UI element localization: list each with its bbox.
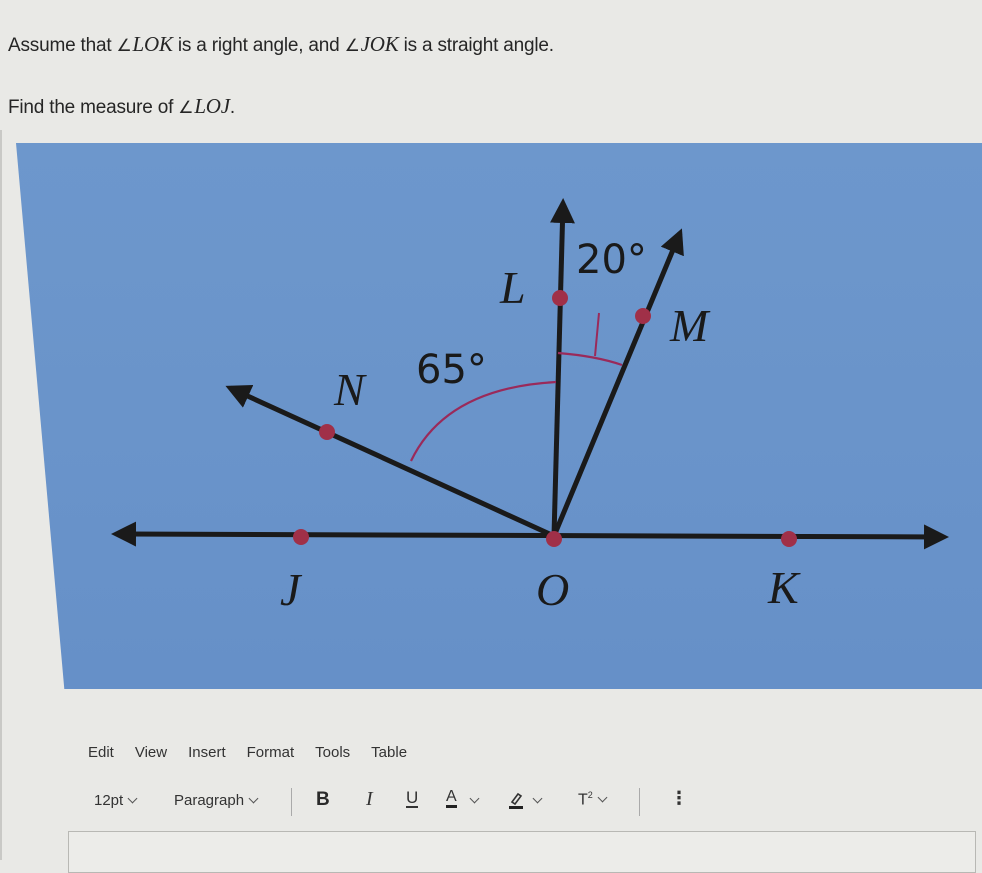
angle-symbol: ∠	[344, 36, 360, 56]
menu-insert[interactable]: Insert	[188, 744, 226, 761]
angle-name: JOK	[360, 32, 399, 56]
underline-button[interactable]: U	[406, 789, 419, 808]
arc-65	[410, 380, 557, 462]
arc-20	[557, 351, 623, 367]
highlight-color-dropdown[interactable]	[528, 792, 543, 809]
label-m: M	[669, 300, 711, 351]
italic-button[interactable]: I	[366, 788, 373, 811]
font-color-dropdown[interactable]	[465, 792, 480, 809]
question-text: .	[229, 97, 235, 118]
editor-toolbar: 12pt Paragraph B I U A T2 ⋮	[94, 788, 694, 816]
chevron-down-icon	[597, 792, 608, 803]
font-size-value: 12pt	[94, 792, 124, 809]
ray-on	[225, 384, 556, 539]
angle-lok: ∠LOK	[116, 32, 173, 56]
question-text: Assume that	[8, 35, 117, 56]
point-l	[552, 290, 568, 306]
superscript-base: T	[578, 791, 588, 809]
angle-symbol: ∠	[116, 36, 132, 56]
toolbar-separator	[291, 788, 292, 816]
menu-edit[interactable]: Edit	[88, 744, 114, 761]
question-text: is a straight angle.	[398, 35, 554, 56]
question-text: Find the measure of	[8, 97, 179, 118]
menu-tools[interactable]: Tools	[315, 744, 350, 761]
label-n: N	[333, 364, 367, 415]
angle-name: LOK	[132, 32, 173, 56]
font-color-button[interactable]: A	[446, 789, 457, 808]
highlight-color-button[interactable]	[508, 791, 523, 809]
label-o: O	[536, 564, 569, 615]
point-o	[546, 531, 562, 547]
arc-20-tick	[594, 312, 600, 357]
angle-name: LOJ	[194, 94, 230, 118]
point-n	[319, 424, 335, 440]
block-format-value: Paragraph	[174, 792, 245, 809]
chevron-down-icon	[469, 793, 480, 804]
menu-table[interactable]: Table	[371, 744, 407, 761]
chevron-down-icon	[248, 793, 259, 804]
question-line-1: Assume that ∠LOK is a right angle, and ∠…	[8, 32, 554, 57]
point-j	[293, 529, 309, 545]
editor-menubar: Edit View Insert Format Tools Table	[88, 744, 428, 761]
label-20-degrees: 20°	[576, 237, 647, 283]
line-jk	[111, 521, 949, 550]
question-line-2: Find the measure of ∠LOJ.	[8, 94, 235, 119]
label-k: K	[767, 562, 801, 613]
superscript-button[interactable]: T2	[578, 790, 608, 809]
page-edge	[0, 130, 2, 860]
point-k	[781, 531, 797, 547]
block-format-dropdown[interactable]: Paragraph	[174, 792, 259, 809]
menu-format[interactable]: Format	[247, 744, 295, 761]
angle-loj: ∠LOJ	[178, 94, 230, 118]
more-options-button[interactable]: ⋮	[670, 788, 688, 809]
question-text: is a right angle, and	[172, 35, 345, 56]
label-l: L	[499, 262, 526, 313]
rich-text-editor-area[interactable]	[68, 831, 976, 873]
angle-symbol: ∠	[178, 98, 194, 118]
angle-jok: ∠JOK	[345, 32, 399, 56]
point-m	[635, 308, 651, 324]
chevron-down-icon	[127, 793, 138, 804]
font-size-dropdown[interactable]: 12pt	[94, 792, 138, 809]
label-j: J	[280, 564, 303, 615]
menu-view[interactable]: View	[135, 744, 167, 761]
bold-button[interactable]: B	[316, 789, 330, 811]
toolbar-separator	[639, 788, 640, 816]
highlighter-icon	[509, 792, 523, 809]
label-65-degrees: 65°	[416, 347, 487, 393]
geometry-figure: L M N J O K 20° 65°	[16, 143, 982, 689]
ray-ol	[549, 198, 575, 537]
chevron-down-icon	[532, 793, 543, 804]
superscript-exp: 2	[587, 790, 593, 800]
figure-svg: L M N J O K 20° 65°	[111, 198, 949, 615]
